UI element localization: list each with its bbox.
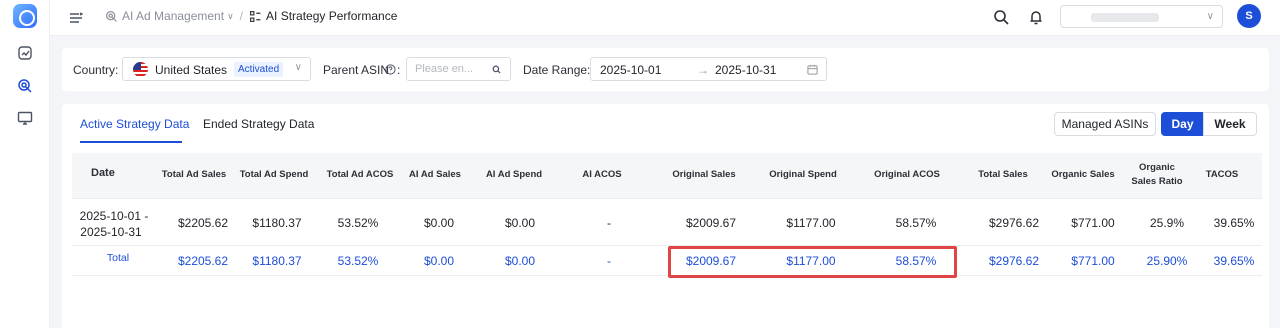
row-original-sales: $2009.67 (685, 216, 737, 230)
us-flag-icon (133, 62, 148, 77)
menu-icon[interactable] (69, 11, 83, 25)
total-ai-ad-sales: $0.00 (423, 254, 455, 268)
asin-label: Parent ASIN (323, 63, 390, 77)
tab-active-strategy[interactable]: Active Strategy Data (80, 117, 189, 131)
row-ai-acos: - (607, 216, 611, 230)
total-ai-acos: - (607, 254, 611, 268)
total-organic-sales: $771.00 (1071, 254, 1115, 268)
day-toggle[interactable]: Day (1161, 112, 1204, 136)
asin-input[interactable]: Please en... (406, 57, 511, 81)
grid-icon (250, 10, 261, 22)
column-header-original-sales[interactable]: Original Sales (672, 168, 735, 181)
total-total-sales: $2976.62 (988, 254, 1040, 268)
divider (72, 245, 1262, 246)
chevron-down-icon[interactable]: ∨ (227, 11, 234, 22)
top-bar: AI Ad Management ∨ / AI Strategy Perform… (50, 0, 1280, 36)
column-header-total-ad-acos[interactable]: Total Ad ACOS (327, 168, 394, 181)
total-tacos: 39.65% (1213, 254, 1255, 268)
arrow-right-icon: → (697, 63, 709, 77)
search-icon[interactable] (992, 8, 1010, 26)
active-tab-indicator (80, 141, 182, 143)
date-end[interactable]: 2025-10-31 (715, 63, 776, 77)
row-date-end: 2025-10-31 (80, 225, 142, 239)
row-ai-ad-spend: $0.00 (504, 216, 536, 230)
column-header-original-acos[interactable]: Original ACOS (874, 168, 940, 181)
column-header-total-sales[interactable]: Total Sales (978, 168, 1027, 181)
target-icon[interactable] (17, 78, 33, 94)
data-panel: Active Strategy Data Ended Strategy Data… (62, 104, 1269, 328)
column-header-ai-ad-spend[interactable]: AI Ad Spend (486, 168, 542, 181)
total-organic-ratio: 25.90% (1146, 254, 1188, 268)
divider (72, 198, 1262, 199)
asin-placeholder: Please en... (415, 63, 474, 75)
row-tacos: 39.65% (1213, 216, 1255, 230)
date-start[interactable]: 2025-10-01 (600, 63, 661, 77)
column-header-organic-sales[interactable]: Organic Sales (1051, 168, 1114, 181)
divider (72, 275, 1262, 276)
target-icon (106, 10, 117, 22)
total-total-ad-sales: $2205.62 (177, 254, 229, 268)
chevron-down-icon: ∨ (1206, 11, 1214, 22)
total-total-ad-acos: 53.52% (337, 254, 379, 268)
chevron-down-icon: ∨ (294, 62, 302, 73)
week-toggle[interactable]: Week (1203, 112, 1257, 136)
avatar[interactable]: S (1237, 4, 1261, 28)
column-header-organic-ratio-line2[interactable]: Sales Ratio (1131, 175, 1182, 188)
column-header-ai-ad-sales[interactable]: AI Ad Sales (409, 168, 461, 181)
tab-ended-strategy[interactable]: Ended Strategy Data (203, 117, 314, 131)
total-label: Total (106, 252, 130, 264)
row-original-spend: $1177.00 (786, 216, 836, 230)
breadcrumb: AI Ad Management ∨ / AI Strategy Perform… (105, 9, 397, 23)
managed-asins-button[interactable]: Managed ASINs (1054, 112, 1156, 136)
app-logo-icon[interactable] (13, 4, 37, 28)
row-ai-ad-sales: $0.00 (423, 216, 455, 230)
question-icon[interactable] (385, 64, 396, 75)
total-ai-ad-spend: $0.00 (504, 254, 536, 268)
monitor-icon[interactable] (17, 110, 33, 126)
row-total-ad-sales: $2205.62 (177, 216, 229, 230)
country-select[interactable]: United States Activated ∨ (122, 57, 311, 81)
column-header-tacos[interactable]: TACOS (1206, 168, 1239, 181)
row-date-start: 2025-10-01 - (79, 209, 149, 223)
calendar-icon[interactable] (807, 64, 818, 75)
country-label: Country: (73, 63, 119, 77)
date-range-label: Date Range: (523, 63, 591, 77)
total-total-ad-spend: $1180.37 (252, 254, 302, 268)
column-header-date[interactable]: Date (91, 167, 115, 180)
account-name-redacted (1091, 13, 1159, 22)
column-header-ai-acos[interactable]: AI ACOS (582, 168, 621, 181)
row-organic-ratio: 25.9% (1149, 216, 1185, 230)
sidebar (0, 0, 50, 328)
search-icon[interactable] (492, 65, 501, 74)
row-total-ad-spend: $1180.37 (252, 216, 302, 230)
column-header-organic-ratio-line1[interactable]: Organic (1139, 161, 1175, 174)
annotation-highlight-box (668, 246, 957, 278)
status-badge: Activated (234, 62, 284, 77)
row-organic-sales: $771.00 (1071, 216, 1115, 230)
row-total-sales: $2976.62 (988, 216, 1040, 230)
bell-icon[interactable] (1027, 8, 1045, 26)
column-header-original-spend[interactable]: Original Spend (769, 168, 837, 181)
column-header-total-ad-spend[interactable]: Total Ad Spend (240, 168, 309, 181)
filter-bar: Country: United States Activated ∨ Paren… (62, 48, 1269, 91)
breadcrumb-current: AI Strategy Performance (266, 9, 398, 23)
asin-colon: : (397, 63, 401, 77)
date-range-picker[interactable]: 2025-10-01 → 2025-10-31 (590, 57, 827, 81)
row-original-acos: 58.57% (895, 216, 937, 230)
column-header-total-ad-sales[interactable]: Total Ad Sales (162, 168, 226, 181)
country-value: United States (155, 63, 228, 77)
row-total-ad-acos: 53.52% (337, 216, 379, 230)
breadcrumb-separator: / (239, 9, 244, 23)
breadcrumb-parent[interactable]: AI Ad Management (122, 9, 224, 23)
account-selector[interactable]: ∨ (1060, 5, 1223, 28)
chart-icon[interactable] (17, 45, 33, 61)
